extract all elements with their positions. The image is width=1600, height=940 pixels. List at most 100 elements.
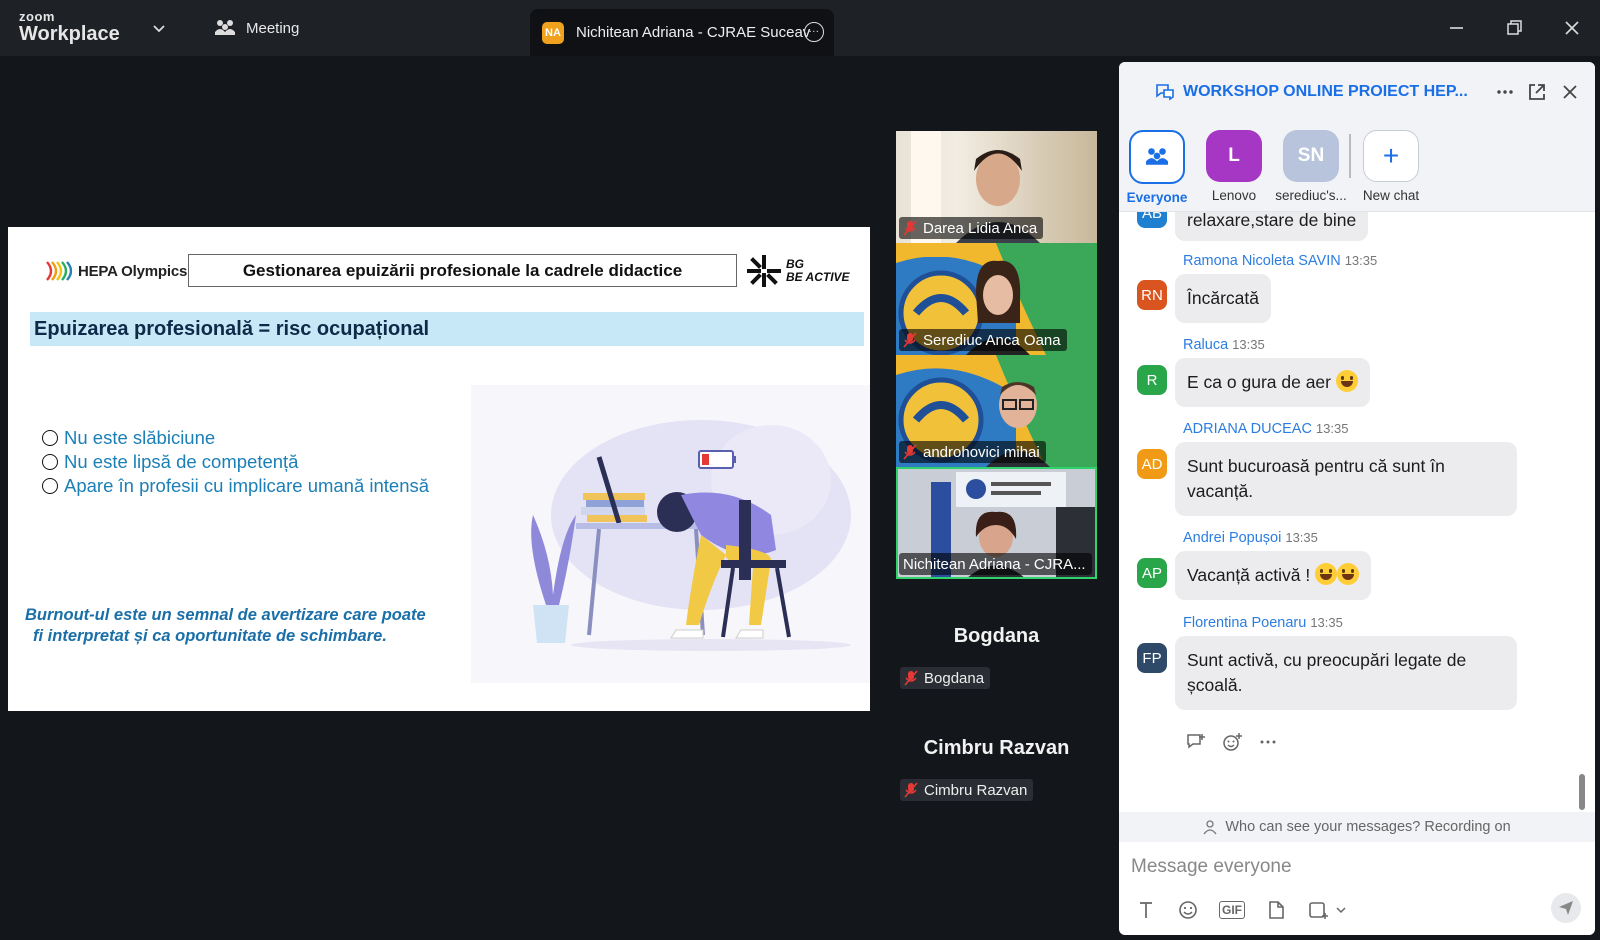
bullet-list: Nu este slăbiciune Nu este lipsă de comp…: [42, 426, 429, 498]
title-bar: zoom Workplace Meeting NA Nichitean Adri…: [0, 0, 1600, 56]
grinning-emoji-icon: [1337, 563, 1360, 585]
message-avatar: R: [1137, 365, 1167, 395]
recipient-label: Everyone: [1126, 190, 1188, 205]
send-button[interactable]: [1551, 893, 1581, 923]
smiley-emoji-icon: [1315, 563, 1338, 585]
zoom-window: zoom Workplace Meeting NA Nichitean Adri…: [0, 0, 1600, 940]
chat-scrollbar-thumb[interactable]: [1579, 774, 1585, 810]
file-icon[interactable]: [1265, 899, 1287, 921]
recipient-avatar: SN: [1283, 130, 1339, 182]
logo-bottom-text: Workplace: [19, 23, 120, 45]
bullet-circle-icon: [42, 478, 58, 494]
sender-name: Raluca: [1183, 337, 1229, 353]
add-reaction-icon[interactable]: [1221, 732, 1243, 752]
message-text: Vacanță activă !: [1187, 565, 1311, 585]
privacy-notice[interactable]: Who can see your messages? Recording on: [1119, 812, 1595, 842]
mic-muted-icon: [903, 444, 917, 460]
meeting-button[interactable]: Meeting: [214, 18, 299, 38]
audio-participant-name: Cimbru Razvan: [923, 737, 1070, 759]
reply-icon[interactable]: [1185, 732, 1207, 752]
emoji-icon[interactable]: [1177, 899, 1199, 921]
sender-name: ADRIANA DUCEAC: [1183, 421, 1312, 437]
participant-name: Darea Lidia Anca: [923, 219, 1038, 237]
new-chat-button[interactable]: + New chat: [1349, 130, 1433, 203]
plus-icon: +: [1363, 130, 1419, 182]
message-sender: Ramona Nicoleta SAVIN 13:35: [1183, 253, 1377, 269]
close-icon[interactable]: [1558, 14, 1586, 42]
screenshot-icon[interactable]: [1307, 899, 1329, 921]
sender-name: Andrei Popușoi: [1183, 530, 1282, 546]
bg-be-active-logo: BG BE ACTIVE: [746, 254, 850, 288]
tab-title: Nichitean Adriana - CJRAE Suceav: [576, 24, 811, 41]
recipient-label: Lenovo: [1211, 188, 1257, 203]
bullet-text: Nu este slăbiciune: [64, 427, 216, 448]
message-bubble[interactable]: Încărcată: [1175, 274, 1271, 323]
hepa-rings-icon: [46, 261, 72, 281]
chat-header: WORKSHOP ONLINE PROIECT HEP...: [1119, 62, 1595, 120]
message-time: 13:35: [1285, 530, 1318, 545]
participant-label: Serediuc Anca Oana: [899, 329, 1067, 351]
meeting-tab[interactable]: NA Nichitean Adriana - CJRAE Suceav ...: [530, 9, 834, 56]
recipient-lenovo[interactable]: L Lenovo: [1192, 130, 1276, 203]
pop-out-icon[interactable]: [1526, 81, 1548, 103]
video-tile[interactable]: Serediuc Anca Oana: [896, 243, 1097, 355]
video-tile[interactable]: Darea Lidia Anca: [896, 131, 1097, 243]
note-line-1: Burnout-ul este un semnal de avertizare …: [25, 606, 426, 624]
chat-panel: WORKSHOP ONLINE PROIECT HEP... Everyone …: [1119, 62, 1595, 935]
hepa-logo-text: HEPA Olympics: [78, 262, 188, 280]
people-icon: [1146, 148, 1168, 165]
message-input[interactable]: Message everyone: [1131, 856, 1292, 878]
recipient-label: serediuc's...: [1275, 188, 1347, 203]
message-bubble[interactable]: relaxare,stare de bine: [1175, 212, 1369, 241]
audio-participant-label: Cimbru Razvan: [900, 779, 1034, 801]
message-sender: Andrei Popușoi 13:35: [1183, 530, 1318, 546]
participant-name: Nichitean Adriana - CJRA...: [903, 555, 1086, 573]
chat-title-text: WORKSHOP ONLINE PROIECT HEP...: [1183, 83, 1468, 100]
bg-logo-line2: BE ACTIVE: [786, 270, 850, 284]
sender-name: Ramona Nicoleta SAVIN: [1183, 253, 1341, 269]
more-options-icon[interactable]: [1494, 81, 1516, 103]
chevron-down-icon[interactable]: [151, 20, 167, 36]
more-icon[interactable]: ...: [804, 22, 824, 42]
participant-name: Cimbru Razvan: [924, 781, 1028, 799]
tired-worker-illustration: [531, 420, 851, 651]
chevron-down-icon[interactable]: [1335, 904, 1347, 916]
note-line-2: fi interpretat și ca oportunitate de sch…: [33, 627, 387, 645]
shared-slide: HEPA Olympics Gestionarea epuizării prof…: [8, 227, 870, 711]
video-tile-active-speaker[interactable]: Nichitean Adriana - CJRA...: [896, 467, 1097, 579]
burnout-note: Burnout-ul este un semnal de avertizare …: [25, 605, 426, 647]
video-tile[interactable]: androhovici mihai: [896, 355, 1097, 467]
mic-muted-icon: [904, 670, 918, 686]
gif-button[interactable]: GIF: [1219, 901, 1245, 919]
more-actions-icon[interactable]: [1257, 732, 1279, 752]
participant-label: Nichitean Adriana - CJRA...: [899, 553, 1092, 575]
bullet-circle-icon: [42, 454, 58, 470]
recipient-everyone[interactable]: Everyone: [1119, 130, 1199, 205]
message-bubble[interactable]: Vacanță activă !: [1175, 551, 1372, 600]
burnout-illustration: [471, 385, 870, 683]
message-avatar: AB: [1137, 212, 1167, 228]
star-burst-icon: [747, 255, 781, 287]
restore-icon[interactable]: [1500, 14, 1528, 42]
close-chat-icon[interactable]: [1559, 81, 1581, 103]
message-text: E ca o gura de aer: [1187, 372, 1331, 392]
participant-name: Bogdana: [924, 669, 985, 687]
message-avatar: RN: [1137, 280, 1167, 310]
message-bubble[interactable]: Sunt bucuroasă pentru că sunt în vacanță.: [1175, 442, 1517, 516]
text-format-icon[interactable]: [1135, 899, 1157, 921]
message-time: 13:35: [1232, 337, 1265, 352]
participant-name: androhovici mihai: [923, 443, 1040, 461]
message-bubble[interactable]: E ca o gura de aer: [1175, 358, 1370, 407]
participant-label: androhovici mihai: [899, 441, 1046, 463]
bullet-circle-icon: [42, 430, 58, 446]
message-bubble[interactable]: Sunt activă, cu preocupări legate de școa…: [1175, 636, 1517, 710]
people-icon: [215, 20, 235, 35]
recipient-serediuc[interactable]: SN serediuc's...: [1269, 130, 1353, 203]
chat-message-list: AB relaxare,stare de bine Ramona Nicolet…: [1119, 212, 1595, 812]
sender-name: Florentina Poenaru: [1183, 615, 1307, 631]
bullet-item: Nu este lipsă de competență: [42, 450, 429, 474]
tab-avatar: NA: [542, 21, 564, 44]
message-avatar: AP: [1137, 558, 1167, 588]
minimize-icon[interactable]: [1442, 14, 1470, 42]
message-time: 13:35: [1315, 421, 1349, 436]
